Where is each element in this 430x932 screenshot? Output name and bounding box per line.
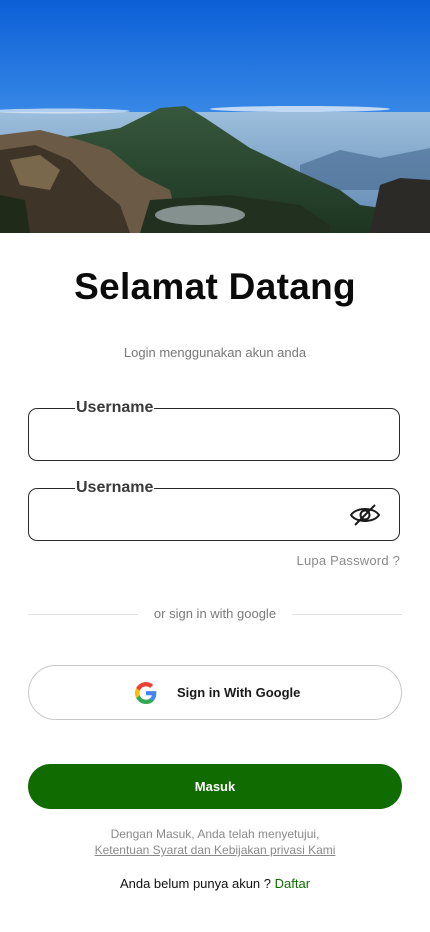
forgot-password-link[interactable]: Lupa Password ?	[297, 553, 400, 568]
hero-mountain-image	[0, 0, 430, 233]
register-link[interactable]: Daftar	[275, 876, 310, 891]
google-icon	[135, 682, 157, 704]
page-subtitle: Login menggunakan akun anda	[123, 345, 307, 360]
eye-off-icon[interactable]	[349, 502, 381, 528]
sign-in-divider: or sign in with google	[28, 606, 402, 622]
register-prompt: Anda belum punya akun ? Daftar	[0, 876, 430, 891]
register-text: Anda belum punya akun ?	[119, 876, 272, 891]
terms-notice: Dengan Masuk, Anda telah menyetujui, Ket…	[0, 826, 430, 858]
google-sign-in-label: Sign in With Google	[177, 685, 301, 700]
divider-line-right	[292, 614, 402, 615]
masuk-button[interactable]: Masuk	[28, 764, 402, 809]
terms-text: Dengan Masuk, Anda telah menyetujui,	[110, 827, 320, 841]
username-label: Username	[75, 399, 155, 417]
password-input[interactable]	[43, 503, 347, 529]
password-field[interactable]: Username	[28, 479, 400, 541]
terms-link[interactable]: Ketentuan Syarat dan Kebijakan privasi K…	[95, 843, 336, 857]
password-label: Username	[75, 479, 155, 497]
username-input[interactable]	[43, 423, 347, 449]
google-sign-in-button[interactable]: Sign in With Google	[28, 665, 402, 720]
page-title: Selamat Datang	[74, 266, 356, 307]
username-field[interactable]: Username	[28, 399, 400, 461]
